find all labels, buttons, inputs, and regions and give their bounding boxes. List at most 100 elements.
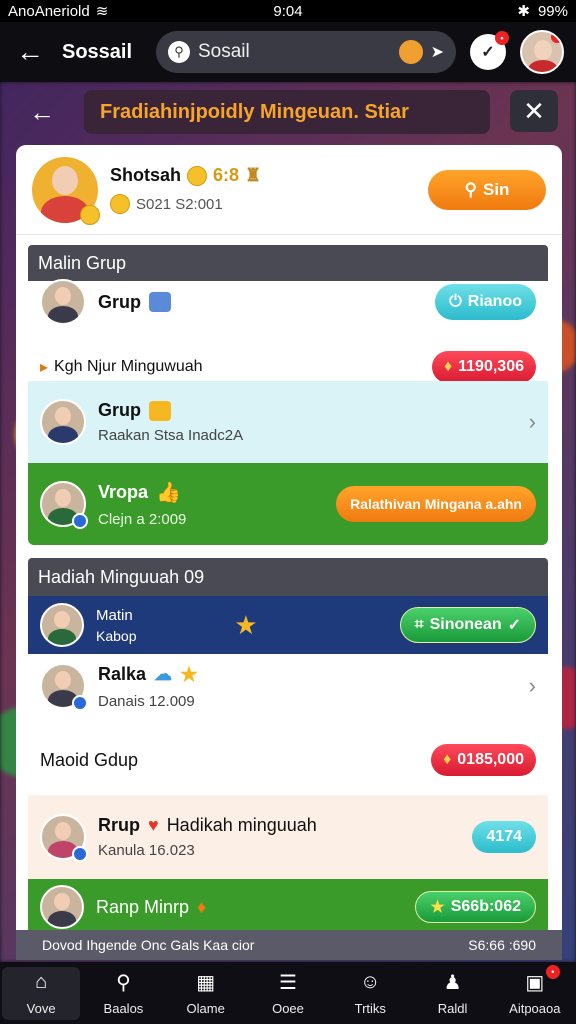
search-icon: ⚲ — [464, 179, 477, 199]
tab-search[interactable]: ⚲ Baalos — [84, 971, 162, 1016]
tab-label: Baalos — [103, 1000, 144, 1016]
tab-more[interactable]: ▣ • Aitpoaoa — [496, 964, 574, 1016]
chat-icon — [149, 292, 171, 312]
tab-label: Ooee — [272, 1000, 304, 1016]
star-icon: ★ — [430, 899, 445, 916]
coin-badge-icon — [80, 204, 100, 225]
carrier-label: AnoAneriold — [8, 2, 90, 20]
user-avatar[interactable] — [520, 30, 564, 74]
verified-icon — [72, 846, 88, 862]
stack-icon: ☰ — [279, 972, 297, 994]
reward-amount: ♦ 0185,000 — [431, 744, 536, 776]
cloud-icon: ☁ — [154, 664, 173, 684]
check-icon: ✓ — [507, 617, 521, 634]
power-icon: ⏻ — [449, 293, 462, 310]
folder-icon — [149, 400, 171, 421]
coin-icon — [110, 194, 130, 214]
rewards-panel: Shotsah 6:8 ♜ S021 S2:001 ⚲ Sin Malin Gr… — [16, 145, 562, 960]
claim-weekly-button[interactable]: Ralathivan Mingana a.ahn — [336, 486, 536, 522]
item-title: Grup — [98, 400, 141, 420]
join-label: Rianoo — [467, 293, 522, 310]
list-item-weekly-1[interactable]: Matin Kabop ★ ⌗ Sinonean ✓ — [28, 596, 548, 654]
tab-tricks[interactable]: ☺ Trtiks — [331, 971, 409, 1016]
item-subtitle: Kanula 16.023 — [98, 842, 195, 859]
tab-label: Raldl — [437, 1000, 468, 1016]
bottom-tab-bar: ⌂ Vove ⚲ Baalos ▦ Olame ☰ Ooee ☺ Trtiks … — [0, 962, 576, 1024]
tab-stack[interactable]: ☰ Ooee — [249, 971, 327, 1016]
item-title: Grup — [98, 291, 141, 312]
back-arrow-icon[interactable]: ← — [12, 36, 48, 68]
reward-amount-value: 0185,000 — [457, 751, 524, 768]
trophy-icon: ♜ — [245, 165, 262, 185]
close-icon[interactable]: ✕ — [510, 90, 558, 132]
reward-amount-value: 1190,306 — [458, 358, 524, 375]
item-subtitle: Kabop — [96, 627, 137, 644]
profile-name: Shotsah — [110, 165, 182, 185]
summary-value: S6:66 :690 — [468, 937, 536, 953]
profile-card: Shotsah 6:8 ♜ S021 S2:001 ⚲ Sin — [16, 145, 562, 235]
search-icon: ⚲ — [116, 972, 131, 994]
tab-home[interactable]: ⌂ Vove — [2, 966, 81, 1020]
claim-weekly-label: Ralathivan Mingana a.ahn — [350, 496, 522, 512]
list-item-group-2[interactable]: Grup Raakan Stsa Inadc2A › — [28, 381, 548, 463]
item-subtitle: Clejn a 2:009 — [98, 511, 187, 528]
list-item-weekly-4[interactable]: Ranp Minrp ♦ ★ S66b:062 — [28, 879, 548, 935]
member-avatar — [40, 279, 86, 325]
search-input[interactable]: Sosail — [198, 41, 391, 63]
tab-label: Vove — [26, 1000, 56, 1016]
list-item-group-3[interactable]: Vropa 👍 Clejn a 2:009 Ralathivan Mingana … — [28, 463, 548, 545]
fire-icon: ♦ — [197, 896, 207, 917]
page-title: Sossail — [62, 40, 133, 63]
section-weekly-reward-header: Hadiah Minguuah 09 — [28, 558, 548, 596]
claim-button[interactable]: ★ S66b:062 — [415, 891, 536, 923]
check-icon: ✓ — [481, 44, 495, 61]
chevron-right-icon[interactable]: › — [529, 673, 536, 699]
group-label: Maoid Gdup — [40, 749, 139, 770]
count-badge: 4174 — [472, 821, 536, 853]
notification-badge: • — [545, 964, 560, 979]
count-badge-value: 4174 — [486, 828, 522, 845]
tab-label: Trtiks — [354, 1000, 386, 1016]
item-title-secondary: Hadikah minguuah — [166, 815, 317, 835]
sign-in-button[interactable]: ⚲ Sin — [428, 169, 546, 210]
star-badge-icon: ★ — [234, 609, 258, 640]
list-item-group-1[interactable]: Grup ⏻ Rianoo ▸ Kgh Njur Minguwuah ♦ 119… — [28, 279, 548, 383]
join-button[interactable]: ⏻ Rianoo — [435, 284, 536, 320]
star-icon: ★ — [180, 664, 198, 686]
bluetooth-icon: ✱ — [517, 3, 530, 20]
emoji-icon[interactable] — [398, 40, 423, 64]
summary-strip: Dovod Ihgende Onc Gals Kaa cior S6:66 :6… — [16, 930, 562, 960]
heart-icon: ♥ — [148, 815, 159, 835]
bullet-arrow-icon: ▸ — [40, 359, 49, 376]
dialog-title: Fradiahinjpoidly Mingeuan. Stiar — [84, 90, 490, 134]
smiley-coin-icon — [187, 165, 208, 186]
dialog-back-icon[interactable]: ← — [20, 90, 64, 134]
verified-icon — [72, 513, 88, 529]
apps-icon: ▣ — [525, 972, 545, 994]
search-icon: ⚲ — [168, 41, 190, 63]
item-title: Vropa — [98, 482, 149, 502]
search-bar[interactable]: ⚲ Sosail ➤ — [156, 31, 456, 73]
summary-text: Dovod Ihgende Onc Gals Kaa cior — [42, 937, 255, 953]
send-icon[interactable]: ➤ — [431, 42, 444, 62]
app-header: ← Sossail ⚲ Sosail ➤ ✓ • — [0, 22, 576, 82]
claim-button[interactable]: ⌗ Sinonean ✓ — [399, 607, 536, 643]
reward-amount: ♦ 1190,306 — [431, 351, 536, 383]
notification-button[interactable]: ✓ • — [470, 31, 509, 70]
list-item-weekly-2[interactable]: Ralka ☁ ★ Danais 12.009 › Maoid Gdup ♦ 018… — [28, 654, 548, 784]
smile-icon: ☺ — [360, 971, 381, 993]
section-title: Hadiah Minguuah 09 — [38, 566, 205, 587]
home-icon: ⌂ — [35, 971, 48, 993]
list-item-weekly-3[interactable]: Rrup ♥ Hadikah minguuah Kanula 16.023 4174 — [28, 795, 548, 879]
item-title: Ralka — [98, 664, 147, 684]
tab-label: Aitpoaoa — [509, 1000, 561, 1016]
calculator-icon: ▦ — [196, 972, 216, 994]
battery-label: 99% — [537, 2, 568, 20]
wifi-icon: ≋ — [95, 3, 109, 20]
status-bar: AnoAneriold ≋ 9:04 ✱ 99% — [0, 0, 576, 22]
tab-profile[interactable]: ♟ Raldl — [414, 971, 492, 1016]
section-title: Malin Grup — [38, 252, 127, 273]
tab-game[interactable]: ▦ Olame — [167, 971, 245, 1016]
member-avatar — [40, 603, 84, 647]
chevron-right-icon[interactable]: › — [529, 409, 536, 435]
